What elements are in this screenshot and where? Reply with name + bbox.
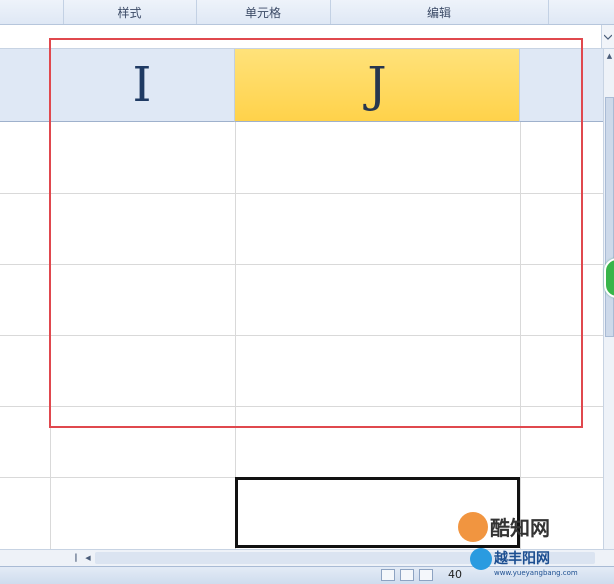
zoom-level[interactable]: 40	[448, 568, 462, 581]
ribbon-group-right[interactable]	[548, 0, 614, 24]
page-layout-view-icon[interactable]	[400, 569, 414, 581]
vertical-scroll-thumb[interactable]	[605, 97, 614, 337]
vertical-scrollbar[interactable]: ▲	[603, 49, 614, 549]
watermark-site-icon	[470, 548, 492, 570]
ribbon-bar: 样式 单元格 编辑	[0, 0, 614, 25]
watermark-brand-text: 酷知网	[490, 516, 550, 540]
chevron-down-icon	[604, 34, 612, 40]
watermark-url-text: www.yueyangbang.com	[494, 569, 578, 577]
ribbon-group-editing-label: 编辑	[426, 5, 451, 20]
ribbon-group-editing[interactable]: 编辑	[330, 0, 549, 24]
floating-assistant-icon[interactable]	[604, 258, 614, 298]
ribbon-group-cells-label: 单元格	[244, 5, 281, 20]
ribbon-group-cells[interactable]: 单元格	[196, 0, 331, 24]
column-header-h[interactable]	[0, 49, 50, 122]
ribbon-group-left[interactable]	[0, 0, 64, 24]
normal-view-icon[interactable]	[381, 569, 395, 581]
ribbon-group-styles-label: 样式	[117, 5, 142, 20]
split-handle-icon[interactable]: ┃	[70, 552, 82, 564]
ribbon-group-styles[interactable]: 样式	[63, 0, 197, 24]
page-break-view-icon[interactable]	[419, 569, 433, 581]
watermark-site-text: 越丰阳网	[494, 551, 550, 567]
watermark-logo-icon	[458, 512, 488, 542]
scroll-up-icon[interactable]: ▲	[604, 50, 614, 62]
formula-expand-button[interactable]	[601, 25, 614, 48]
scroll-left-icon[interactable]: ◀	[82, 552, 94, 564]
highlight-box	[49, 38, 583, 428]
